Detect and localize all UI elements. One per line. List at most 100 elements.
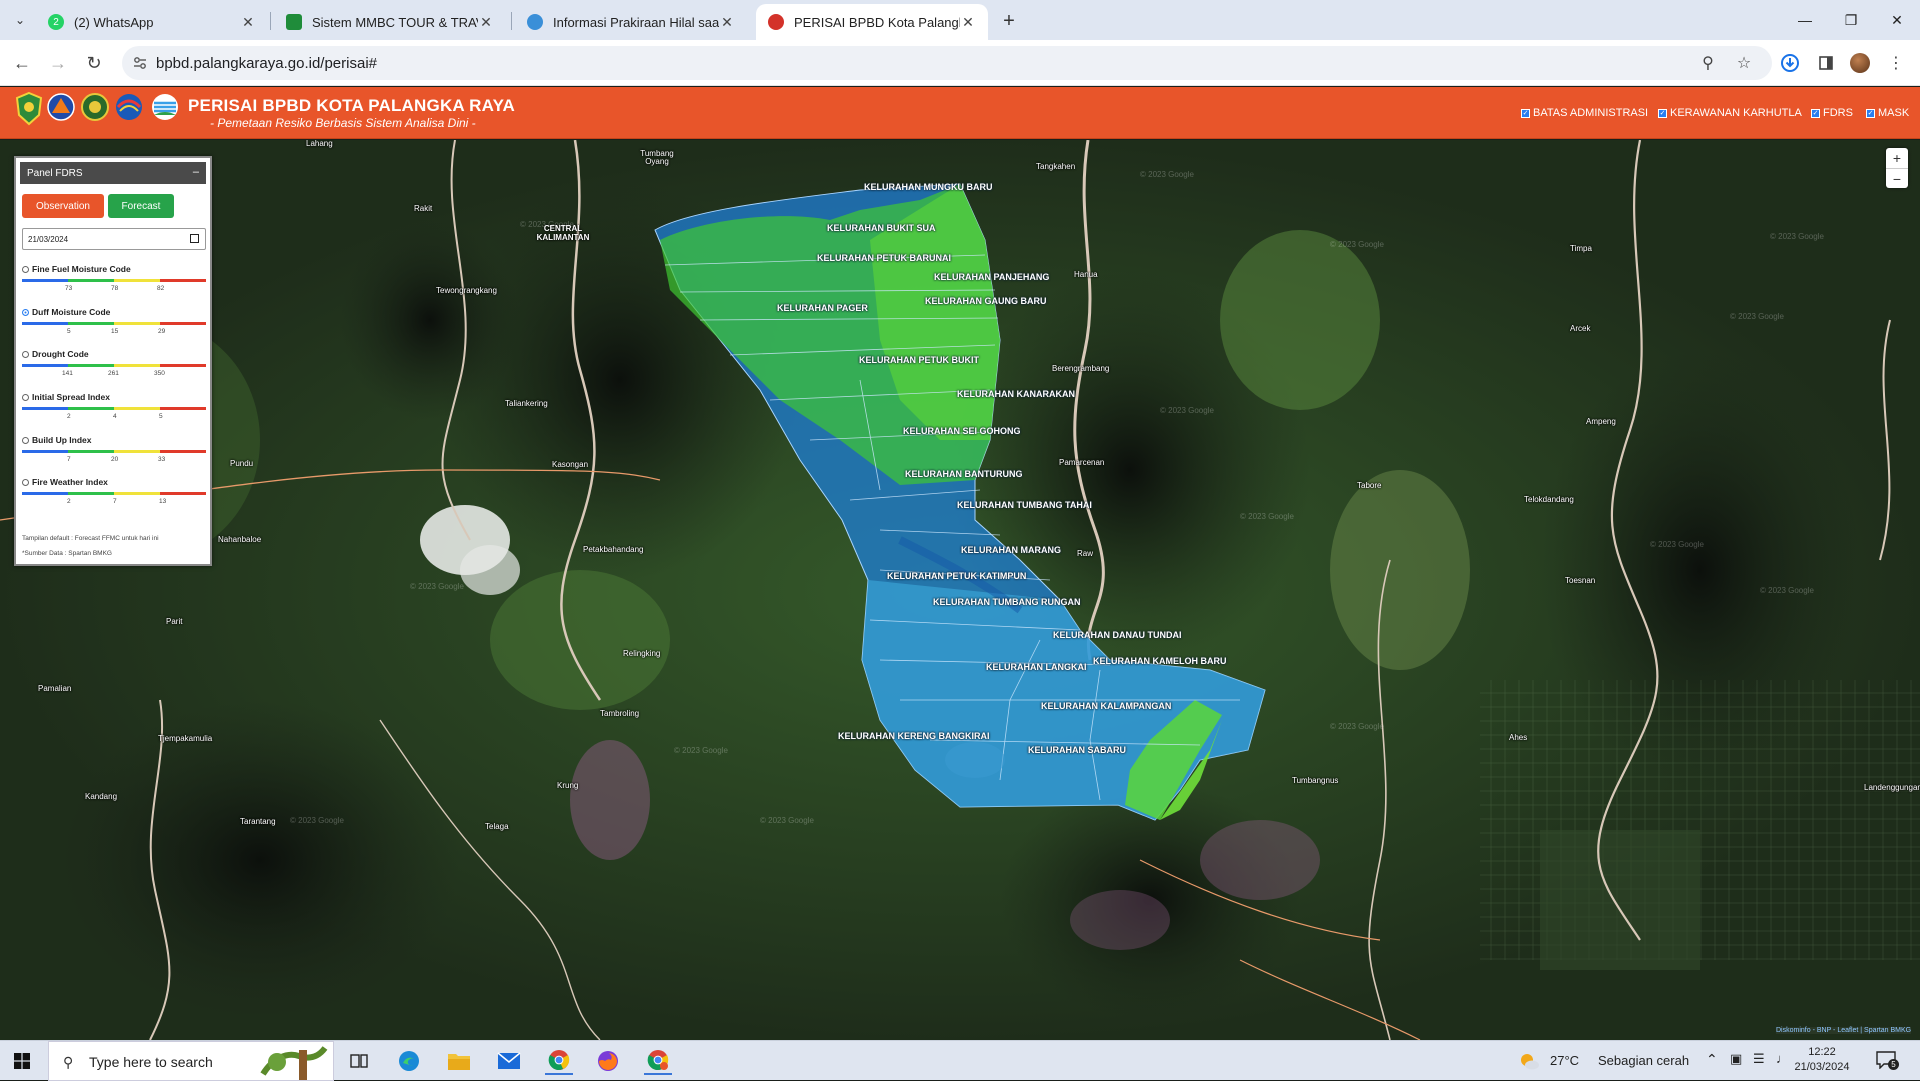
edge-browser-icon[interactable] <box>395 1047 423 1075</box>
map-view[interactable]: KELURAHAN MUNGKU BARU KELURAHAN BUKIT SU… <box>0 140 1920 1040</box>
index-drought-code[interactable]: Drought Code 141 261 350 <box>22 349 208 389</box>
tab-title: (2) WhatsApp <box>74 14 154 30</box>
radio-button[interactable] <box>22 266 29 273</box>
forecast-button[interactable]: Forecast <box>108 194 174 218</box>
browser-toolbar: ← → ↻ bpbd.palangkaraya.go.id/perisai# ⚲… <box>0 40 1920 86</box>
map-attribution[interactable]: Diskominfo - BNP - Leaflet | Spartan BMK… <box>1776 1027 1912 1034</box>
system-clock[interactable]: 12:22 21/03/2024 <box>1782 1045 1862 1075</box>
index-color-scale <box>22 322 206 325</box>
panel-minimize-button[interactable]: – <box>193 166 199 178</box>
back-arrow-icon[interactable]: ← <box>8 49 36 77</box>
index-initial-spread-index[interactable]: Initial Spread Index 2 4 5 <box>22 392 208 432</box>
index-name: Fire Weather Index <box>32 477 108 487</box>
chrome-profile-icon[interactable] <box>644 1047 672 1075</box>
calendar-icon[interactable] <box>190 234 199 243</box>
map-watermark: © 2023 Google <box>1650 540 1704 549</box>
windows-start-icon[interactable] <box>14 1053 30 1069</box>
notification-count-badge: 5 <box>1888 1059 1899 1070</box>
zoom-magnifier-icon[interactable]: ⚲ <box>1698 53 1718 73</box>
tab-hilal[interactable]: Informasi Prakiraan Hilal saat M ✕ <box>515 4 747 40</box>
observation-button[interactable]: Observation <box>22 194 104 218</box>
checkbox-checked-icon[interactable]: ✓ <box>1811 108 1820 118</box>
checkbox-checked-icon[interactable]: ✓ <box>1521 108 1530 118</box>
index-color-scale <box>22 364 206 367</box>
tray-overflow-chevron-icon[interactable]: ⌃ <box>1706 1051 1718 1068</box>
file-explorer-icon[interactable] <box>445 1047 473 1075</box>
weather-description[interactable]: Sebagian cerah <box>1598 1053 1689 1068</box>
firefox-icon[interactable] <box>594 1047 622 1075</box>
index-name: Initial Spread Index <box>32 392 110 402</box>
index-fire-weather-index[interactable]: Fire Weather Index 2 7 13 <box>22 477 208 517</box>
kelurahan-label: KELURAHAN KAMELOH BARU <box>1093 656 1227 666</box>
kelurahan-label: KELURAHAN PAGER <box>777 303 868 313</box>
weather-temperature[interactable]: 27°C <box>1550 1053 1579 1068</box>
address-bar[interactable]: bpbd.palangkaraya.go.id/perisai# ⚲ ☆ <box>122 46 1772 80</box>
site-settings-icon[interactable] <box>132 55 148 71</box>
tab-perisai[interactable]: PERISAI BPBD Kota Palangka Ra ✕ <box>756 4 988 40</box>
index-fine-fuel-moisture-code[interactable]: Fine Fuel Moisture Code 73 78 82 <box>22 264 208 304</box>
checkbox-checked-icon[interactable]: ✓ <box>1866 108 1875 118</box>
place-label: Tarantang <box>240 817 276 826</box>
taskbar-search-box[interactable]: ⚲ Type here to search <box>48 1041 334 1081</box>
tab-title: PERISAI BPBD Kota Palangka Ra <box>794 14 960 30</box>
place-label: Kasongan <box>552 460 589 469</box>
new-tab-button[interactable]: + <box>996 8 1022 34</box>
layer-toggle-batas-administrasi[interactable]: ✓ BATAS ADMINISTRASI <box>1521 107 1648 119</box>
layer-toggle-mask[interactable]: ✓ MASK <box>1866 107 1909 119</box>
radio-button[interactable] <box>22 394 29 401</box>
place-label: Tangkahen <box>1036 162 1076 171</box>
place-label: Taliankering <box>505 399 548 408</box>
search-highlight-illustration-icon <box>260 1046 328 1080</box>
reload-icon[interactable]: ↻ <box>80 49 108 77</box>
browser-menu-icon[interactable]: ⋮ <box>1884 51 1908 75</box>
index-build-up-index[interactable]: Build Up Index 7 20 33 <box>22 435 208 475</box>
radio-button-selected[interactable] <box>22 309 29 316</box>
notification-center-icon[interactable]: 5 <box>1876 1051 1900 1071</box>
date-input[interactable]: 21/03/2024 <box>22 228 206 250</box>
place-label: Krung <box>557 781 579 790</box>
tab-whatsapp[interactable]: 2 (2) WhatsApp ✕ <box>36 4 268 40</box>
layer-toggle-kerawanan-karhutla[interactable]: ✓ KERAWANAN KARHUTLA <box>1658 107 1802 119</box>
wifi-icon[interactable]: ☰ <box>1753 1051 1765 1067</box>
tick-label: 15 <box>111 328 119 335</box>
browser-tab-bar: ⌄ 2 (2) WhatsApp ✕ Sistem MMBC TOUR & TR… <box>0 0 1920 40</box>
zoom-out-button[interactable]: − <box>1886 168 1908 188</box>
side-panel-icon[interactable] <box>1814 51 1838 75</box>
kabupaten-seal-icon <box>81 93 109 121</box>
kelurahan-label: KELURAHAN MUNGKU BARU <box>864 182 993 192</box>
task-view-icon[interactable] <box>345 1047 373 1075</box>
index-duff-moisture-code[interactable]: Duff Moisture Code 5 15 29 <box>22 307 208 347</box>
place-label: Petakbahandang <box>583 545 644 554</box>
mail-icon[interactable] <box>495 1047 523 1075</box>
bpbd-icon <box>768 14 784 30</box>
meet-now-icon[interactable]: ▣ <box>1730 1051 1742 1067</box>
zoom-in-button[interactable]: + <box>1886 148 1908 168</box>
chrome-icon[interactable] <box>545 1047 573 1075</box>
radio-button[interactable] <box>22 437 29 444</box>
tab-close-icon[interactable]: ✕ <box>960 14 976 31</box>
profile-avatar[interactable] <box>1848 51 1872 75</box>
tab-close-icon[interactable]: ✕ <box>719 14 735 31</box>
download-icon[interactable] <box>1778 51 1802 75</box>
place-label: Pamalian <box>38 684 72 693</box>
restore-icon[interactable]: ❐ <box>1828 0 1874 40</box>
tab-close-icon[interactable]: ✕ <box>240 14 256 31</box>
tab-mmbc[interactable]: Sistem MMBC TOUR & TRAVEL ✕ <box>274 4 506 40</box>
tick-label: 141 <box>62 370 73 377</box>
tab-search-chevron-icon[interactable]: ⌄ <box>8 8 32 32</box>
kelurahan-label: KELURAHAN TUMBANG TAHAI <box>957 500 1092 510</box>
minimize-icon[interactable]: — <box>1782 0 1828 40</box>
weather-partly-sunny-icon[interactable] <box>1518 1051 1540 1071</box>
radio-button[interactable] <box>22 351 29 358</box>
layer-toggle-fdrs[interactable]: ✓ FDRS <box>1811 107 1853 119</box>
checkbox-checked-icon[interactable]: ✓ <box>1658 108 1667 118</box>
kelurahan-label: KELURAHAN PANJEHANG <box>934 272 1050 282</box>
panel-title: Panel FDRS <box>27 168 83 179</box>
place-label: Lahang <box>306 140 333 148</box>
radio-button[interactable] <box>22 479 29 486</box>
bookmark-star-icon[interactable]: ☆ <box>1734 53 1754 73</box>
forward-arrow-icon[interactable]: → <box>44 49 72 77</box>
tab-close-icon[interactable]: ✕ <box>478 14 494 31</box>
close-window-icon[interactable]: ✕ <box>1874 0 1920 40</box>
map-watermark: © 2023 Google <box>674 746 728 755</box>
